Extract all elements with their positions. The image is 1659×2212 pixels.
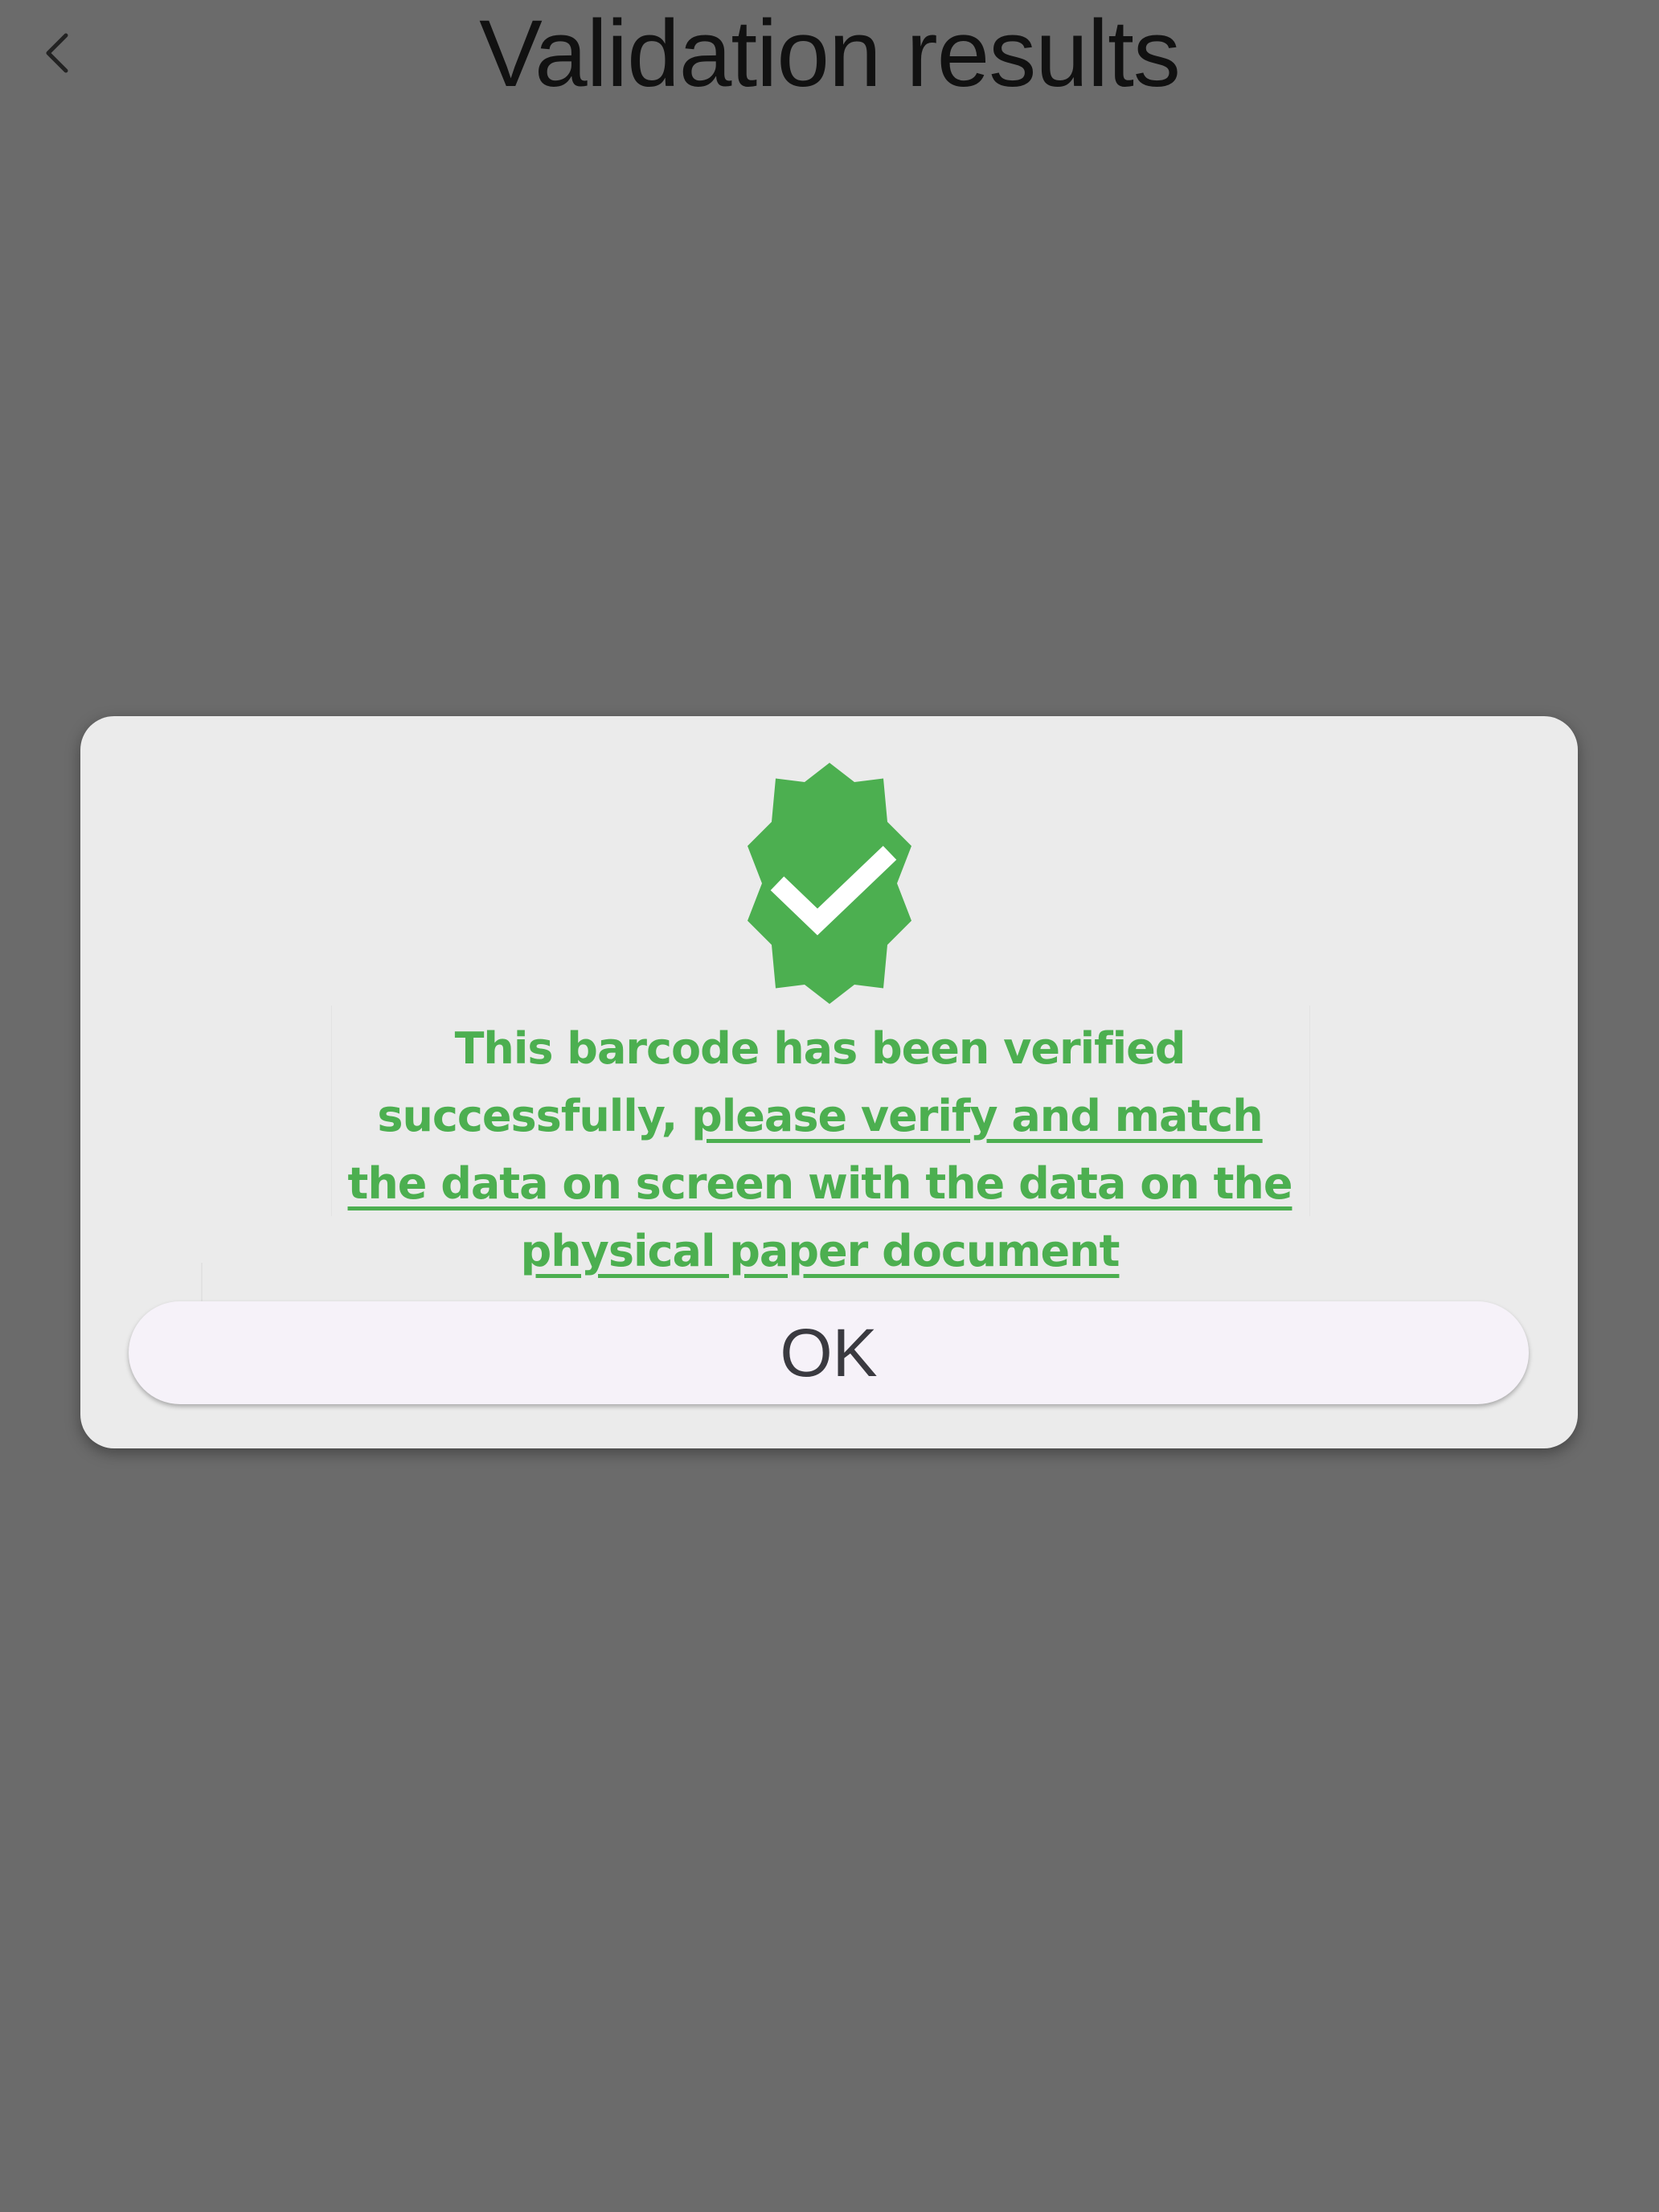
header: Validation results	[0, 0, 1659, 113]
page-title: Validation results	[479, 1, 1181, 107]
ok-button[interactable]: OK	[129, 1301, 1529, 1404]
verification-message: This barcode has been verified successfu…	[331, 1015, 1309, 1285]
verification-dialog: This barcode has been verified successfu…	[80, 716, 1578, 1448]
message-frame-edge	[201, 1263, 203, 1303]
verified-badge-icon	[748, 763, 911, 1004]
